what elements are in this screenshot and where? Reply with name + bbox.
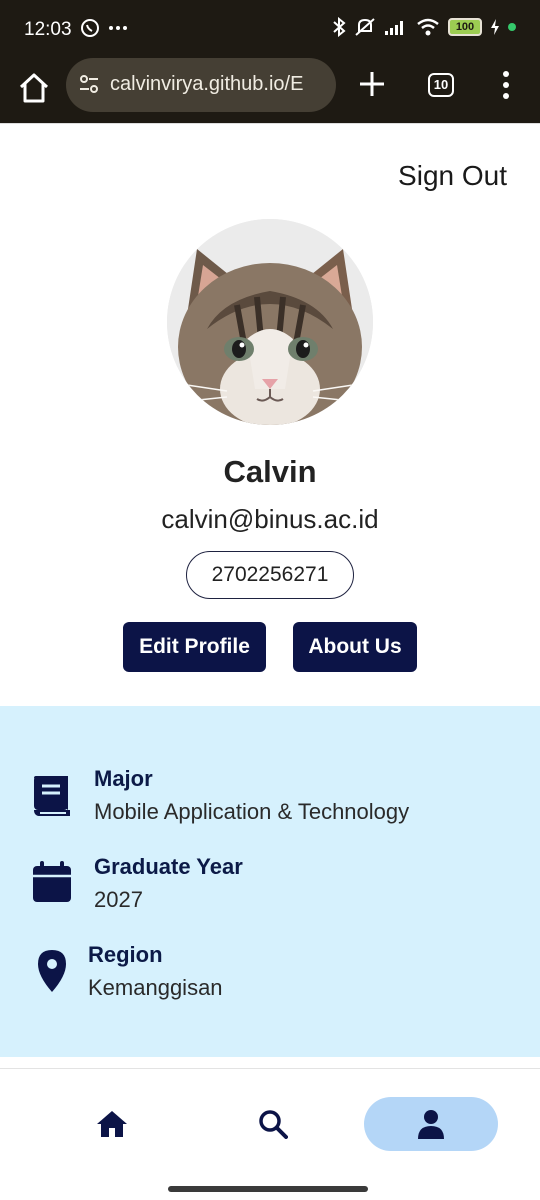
- info-section: Major Mobile Application & Technology Gr…: [0, 706, 540, 1057]
- avatar: [167, 219, 373, 425]
- calendar-icon: [33, 861, 71, 902]
- info-item-graduate-year: Graduate Year 2027: [0, 852, 540, 922]
- gesture-home-indicator[interactable]: [168, 1186, 368, 1192]
- home-icon: [97, 1111, 127, 1137]
- signal-icon: [385, 21, 403, 35]
- browser-home-icon[interactable]: [16, 70, 52, 106]
- charging-icon: [491, 19, 499, 35]
- info-item-region: Region Kemanggisan: [0, 940, 540, 1010]
- region-value: Kemanggisan: [88, 975, 223, 1000]
- kitten-photo: [167, 219, 373, 425]
- major-value: Mobile Application & Technology: [94, 799, 410, 824]
- profile-email: calvin@binus.ac.id: [161, 504, 379, 534]
- privacy-dot-icon: [508, 23, 516, 31]
- nav-home[interactable]: [82, 1097, 142, 1151]
- student-id-badge: 2702256271: [186, 551, 354, 599]
- nav-search[interactable]: [243, 1097, 303, 1151]
- nav-profile[interactable]: [364, 1097, 498, 1151]
- person-icon: [418, 1110, 444, 1139]
- book-icon: [34, 776, 70, 816]
- graduate-year-value: 2027: [94, 887, 143, 912]
- browser-toolbar: calvinvirya.github.io/E 10: [0, 58, 540, 124]
- overflow-menu-icon[interactable]: [494, 69, 518, 101]
- address-bar[interactable]: calvinvirya.github.io/E: [66, 58, 336, 112]
- search-icon: [259, 1110, 288, 1139]
- url-text[interactable]: calvinvirya.github.io/E: [110, 73, 328, 96]
- region-title: Region: [88, 942, 163, 967]
- status-left-icons: [80, 18, 128, 38]
- location-pin-icon: [38, 950, 66, 992]
- site-settings-icon[interactable]: [78, 73, 100, 95]
- bluetooth-icon: [333, 17, 346, 37]
- graduate-year-title: Graduate Year: [94, 854, 243, 879]
- bottom-navigation: [0, 1068, 540, 1200]
- whatsapp-icon: [81, 19, 99, 37]
- new-tab-icon[interactable]: [356, 68, 388, 100]
- status-time: 12:03: [24, 19, 72, 40]
- profile-name: Calvin: [223, 454, 317, 489]
- info-item-major: Major Mobile Application & Technology: [0, 764, 540, 834]
- edit-profile-button[interactable]: Edit Profile: [123, 622, 266, 672]
- tab-switcher-button[interactable]: 10: [428, 73, 454, 97]
- major-title: Major: [94, 766, 153, 791]
- mute-icon: [355, 18, 375, 36]
- status-bar: 12:03 100: [0, 0, 540, 58]
- status-right-icons: 100: [332, 17, 516, 37]
- more-dots-icon: [109, 26, 127, 30]
- battery-icon: 100: [448, 18, 482, 36]
- wifi-icon: [417, 18, 439, 36]
- about-us-button[interactable]: About Us: [293, 622, 417, 672]
- sign-out-button[interactable]: Sign Out: [398, 160, 507, 192]
